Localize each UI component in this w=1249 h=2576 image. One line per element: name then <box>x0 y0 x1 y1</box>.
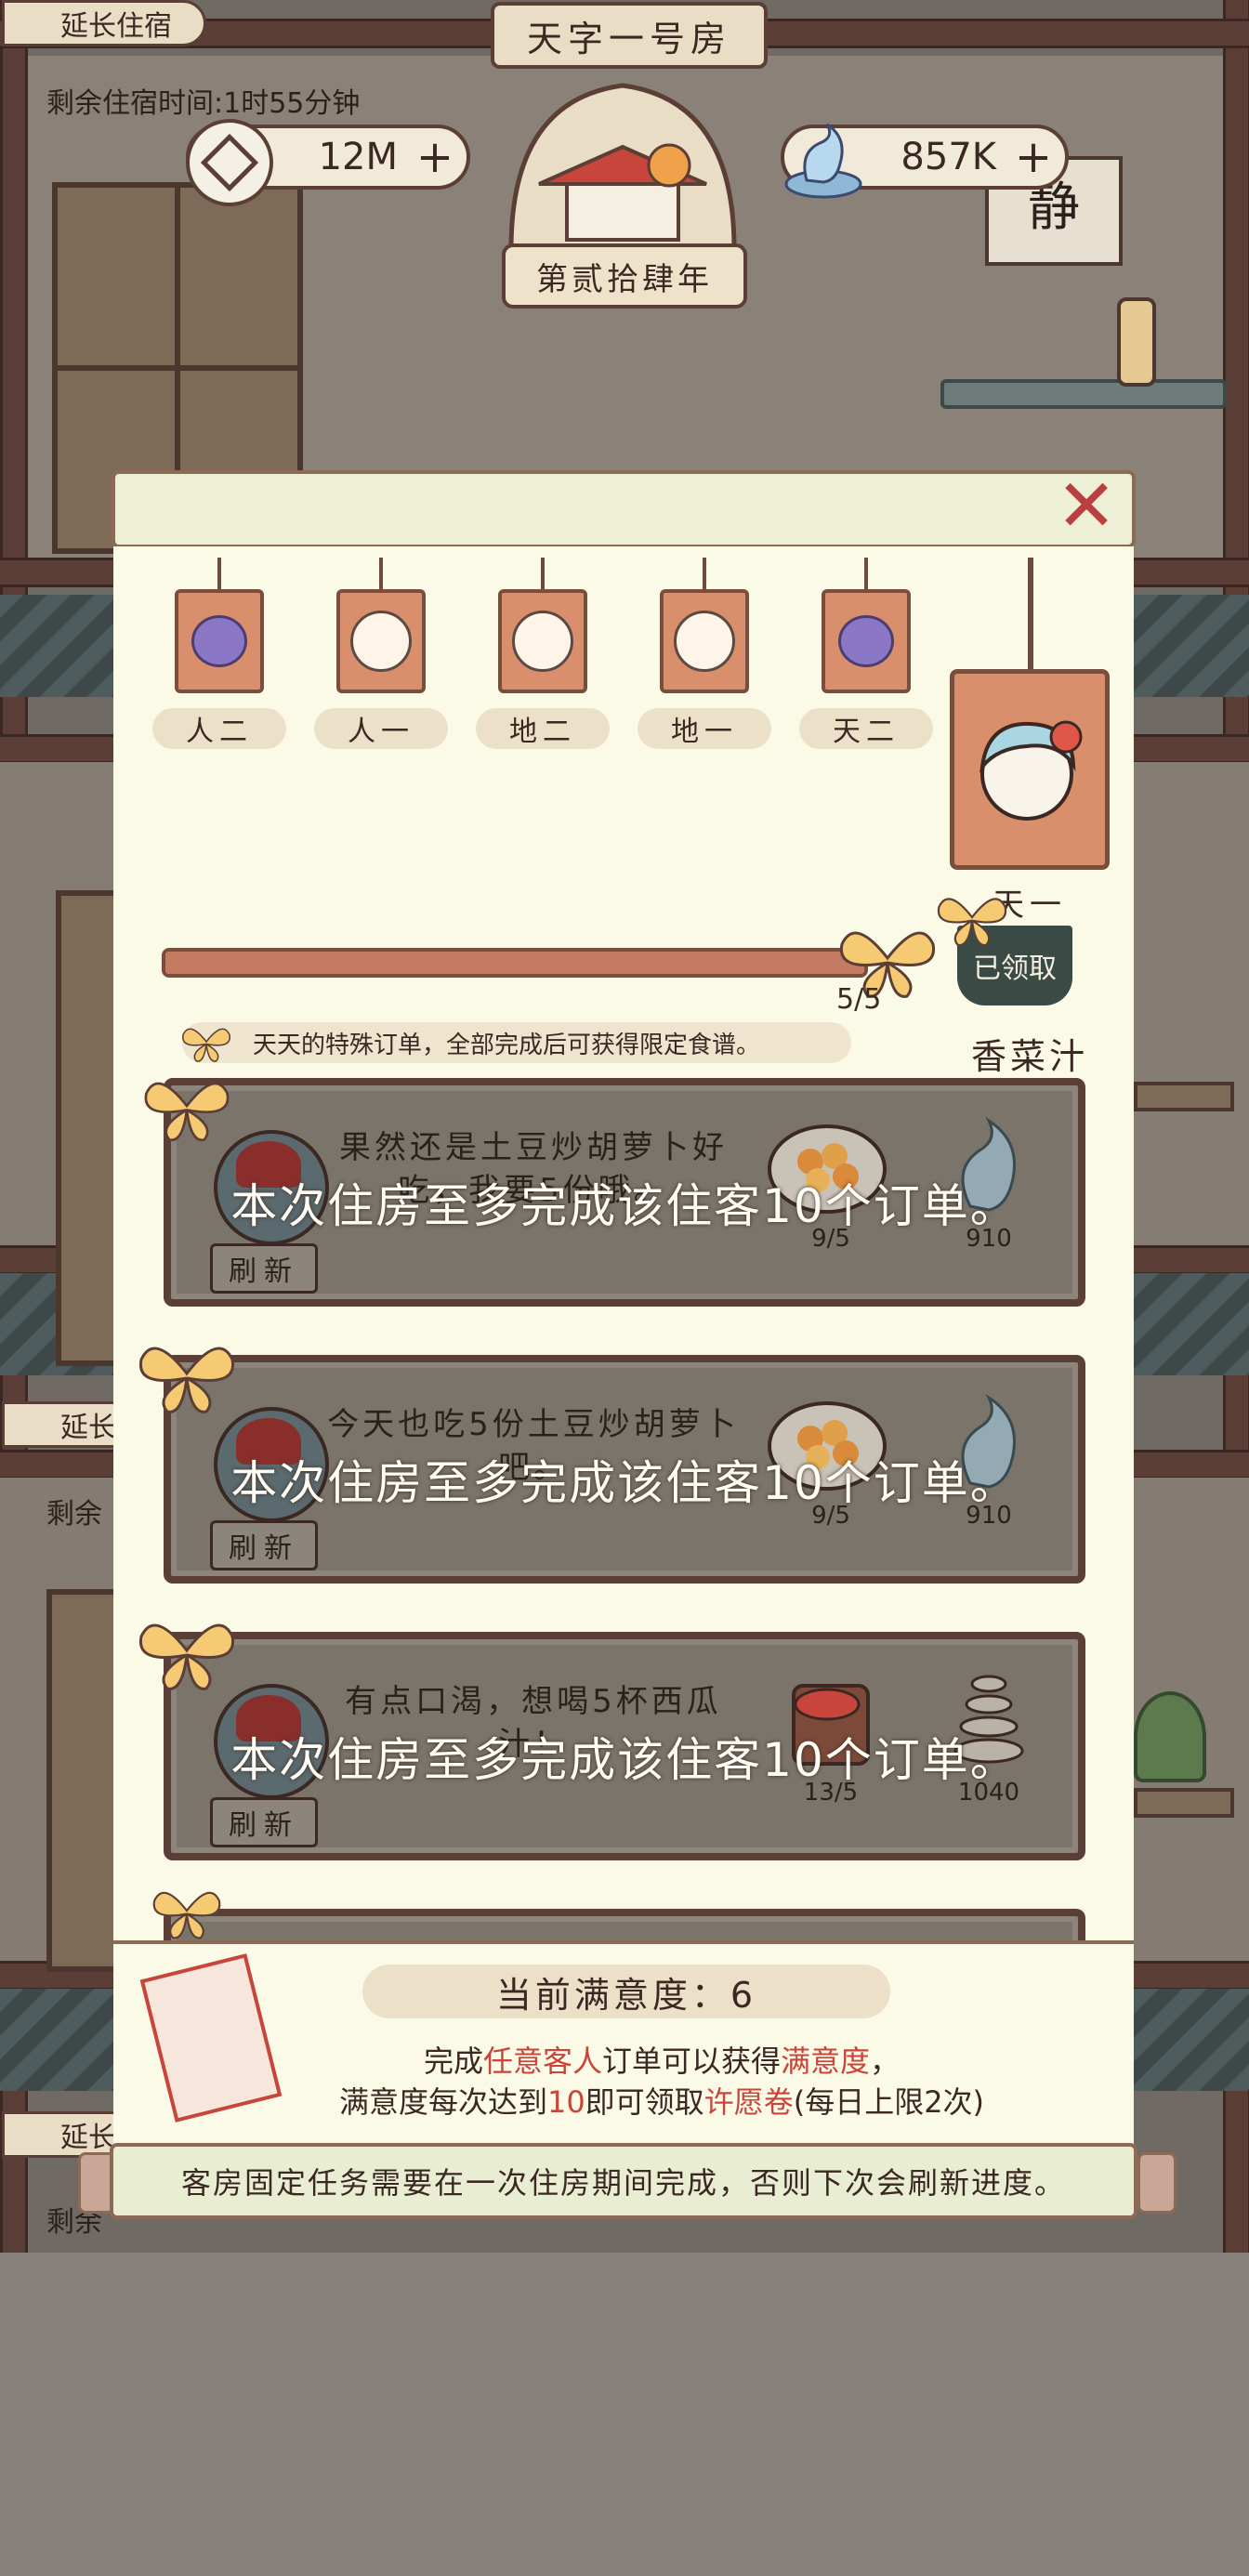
order-card: 有点口渴，想喝5杯西瓜汁！ 刷新 13/5 1040 本次住房至多完成该住客10… <box>164 1632 1085 1860</box>
satisfaction-description: 完成任意客人订单可以获得满意度， 满意度每次达到10即可领取许愿卷(每日上限2次… <box>338 2044 985 2120</box>
guest-face-icon <box>674 611 735 672</box>
remaining-time: 剩余 <box>46 1498 102 1531</box>
side-table <box>1134 1788 1234 1818</box>
order-limit-overlay: 本次住房至多完成该住客10个订单。 <box>230 1733 1019 1787</box>
order-limit-overlay: 本次住房至多完成该住客10个订单。 <box>230 1456 1019 1510</box>
progress-count: 5/5 <box>836 983 882 1016</box>
guest-tag-label: 天二 <box>799 708 933 749</box>
guest-tag-label: 地二 <box>476 708 610 749</box>
dialog-header <box>112 470 1136 548</box>
spirit-value: 857K <box>901 136 996 178</box>
butterfly-icon <box>138 1623 235 1690</box>
guest-portrait-icon <box>979 720 1083 821</box>
refresh-button[interactable]: 刷新 <box>210 1797 318 1847</box>
vase <box>1117 297 1156 387</box>
satisfaction-title: 当前满意度：6 <box>362 1965 890 2018</box>
butterfly-icon <box>144 1082 230 1142</box>
butterfly-icon <box>937 898 1007 947</box>
refresh-button[interactable]: 刷新 <box>210 1243 318 1294</box>
add-coin-button[interactable]: + <box>414 135 455 179</box>
reward-recipe-name: 香菜汁 <box>970 1036 1088 1077</box>
butterfly-icon <box>182 1028 230 1062</box>
guest-tag-label: 人一 <box>314 708 448 749</box>
fruit-icon <box>838 615 894 667</box>
coin-icon <box>186 119 273 206</box>
order-card: 果然还是土豆炒胡萝卜好吃，我要5份哦。 刷新 9/5 910 本次住房至多完成该… <box>164 1078 1085 1307</box>
add-spirit-button[interactable]: + <box>1013 135 1054 179</box>
year-label: 第贰拾肆年 <box>502 243 747 309</box>
guest-face-icon <box>350 611 412 672</box>
close-icon[interactable]: ✕ <box>1052 470 1121 543</box>
side-table <box>1134 1082 1234 1111</box>
refresh-button[interactable]: 刷新 <box>210 1520 318 1571</box>
room-title: 天字一号房 <box>491 2 768 69</box>
coin-value: 12M <box>318 136 398 178</box>
guest-tag-label: 地一 <box>638 708 771 749</box>
spirit-water-icon <box>784 123 862 199</box>
special-order-hint: 天天的特殊订单，全部完成后可获得限定食谱。 <box>182 1022 851 1063</box>
side-table <box>940 379 1227 409</box>
progress-fill <box>165 952 864 974</box>
game-scene: 静 延长住宿 天字一号房 剩余住宿时间:1时55分钟 12M + 857K + … <box>0 0 1249 2253</box>
guest-tag-label: 人二 <box>152 708 286 749</box>
satisfaction-panel: 当前满意度：6 完成任意客人订单可以获得满意度， 满意度每次达到10即可领取许愿… <box>113 1940 1134 2145</box>
remaining-time: 剩余住宿时间:1时55分钟 <box>46 87 361 120</box>
butterfly-icon <box>138 1347 235 1413</box>
coin-resource: 12M + <box>186 119 470 206</box>
scroll-end <box>1137 2152 1177 2214</box>
fruit-icon <box>191 615 247 667</box>
potted-plant <box>1134 1691 1206 1782</box>
footer-note: 客房固定任务需要在一次住房期间完成，否则下次会刷新进度。 <box>110 2143 1137 2219</box>
order-card: 今天也吃5份土豆炒胡萝卜吧。 刷新 9/5 910 本次住房至多完成该住客10个… <box>164 1355 1085 1584</box>
extend-stay-button[interactable]: 延长住宿 <box>2 0 206 46</box>
order-limit-overlay: 本次住房至多完成该住客10个订单。 <box>230 1179 1019 1233</box>
guest-face-icon <box>512 611 573 672</box>
order-progress-bar <box>162 948 868 978</box>
spirit-resource: 857K + <box>781 123 1069 199</box>
butterfly-icon <box>152 1891 221 1939</box>
